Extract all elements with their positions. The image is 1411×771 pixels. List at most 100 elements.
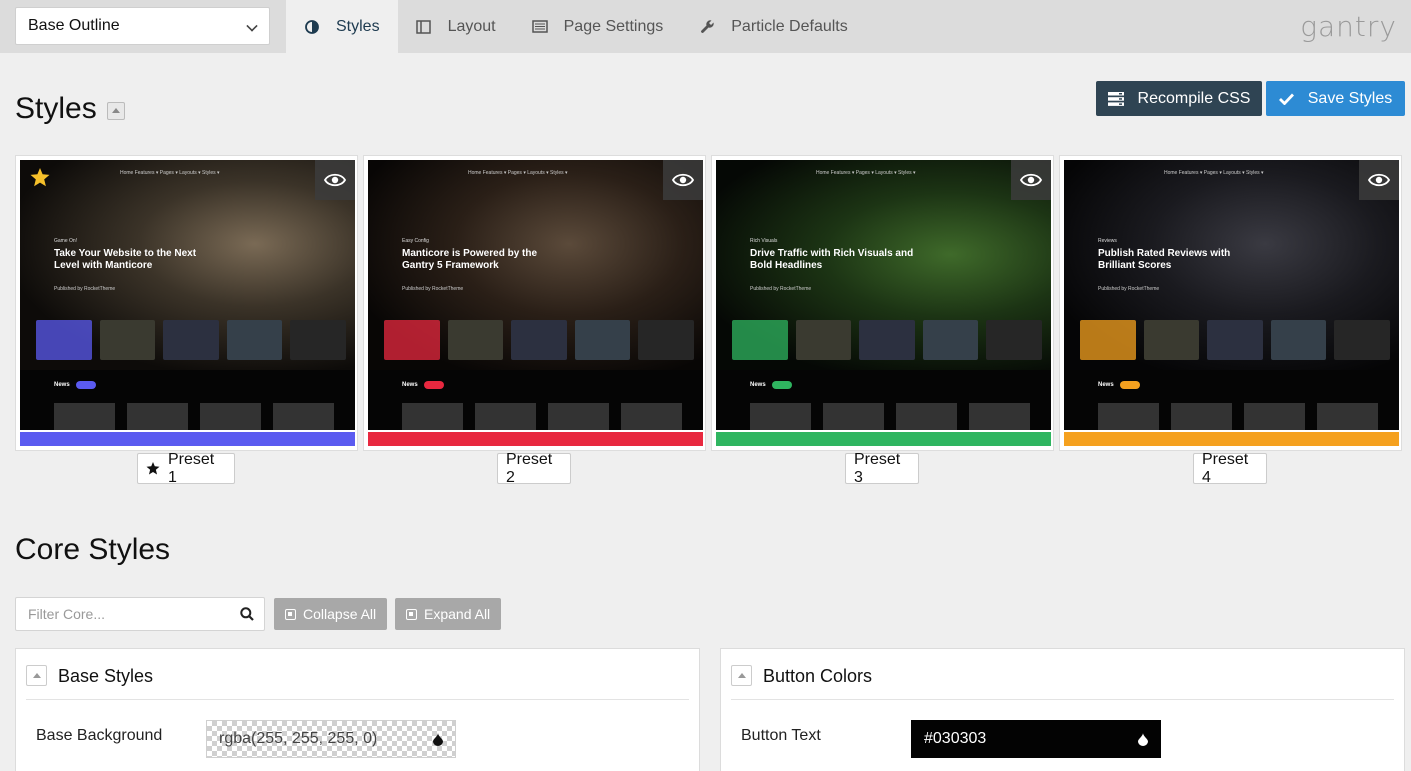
tab-page-settings[interactable]: Page Settings	[514, 0, 682, 53]
base-styles-title: Base Styles	[58, 666, 154, 686]
preset-accent-bar	[716, 432, 1051, 446]
preset-label-text: Preset 1	[168, 450, 215, 486]
preset-thumb-pill	[772, 381, 792, 389]
preset-thumb-strip	[750, 403, 1030, 430]
recompile-css-button[interactable]: Recompile CSS	[1096, 81, 1262, 116]
search-icon[interactable]	[240, 607, 254, 626]
preset-thumb-pill	[1120, 381, 1140, 389]
base-background-label: Base Background	[36, 727, 163, 744]
preset-thumbnail[interactable]: Home Features ▾ Pages ▾ Layouts ▾ Styles…	[716, 160, 1051, 430]
preset-label-text: Preset 3	[854, 450, 901, 486]
preset-thumb-news: News	[750, 382, 766, 388]
preset-thumb-pill	[76, 381, 96, 389]
preset-thumb-published: Published by RocketTheme	[54, 286, 116, 292]
button-text-label: Button Text	[741, 727, 821, 744]
divider	[731, 699, 1394, 700]
preset-thumb-news: News	[54, 382, 70, 388]
divider	[26, 699, 689, 700]
preset-thumbnail[interactable]: Home Features ▾ Pages ▾ Layouts ▾ Styles…	[368, 160, 703, 430]
tab-particle-defaults[interactable]: Particle Defaults	[681, 0, 866, 53]
button-colors-title: Button Colors	[763, 666, 873, 686]
top-toolbar: Base Outline Styles Layout Page Settings	[0, 0, 1411, 53]
tab-layout[interactable]: Layout	[398, 0, 514, 53]
button-text-input[interactable]: #030303	[911, 720, 1161, 758]
eye-icon[interactable]	[663, 160, 703, 200]
preset-thumb-strip	[402, 403, 682, 430]
button-text-value: #030303	[924, 730, 987, 747]
tab-bar: Styles Layout Page Settings Particle Def…	[286, 0, 866, 53]
tab-particle-defaults-label: Particle Defaults	[731, 17, 848, 35]
chevron-down-icon	[246, 20, 258, 32]
preset-thumb-nav: Home Features ▾ Pages ▾ Layouts ▾ Styles…	[816, 170, 916, 176]
base-background-value: rgba(255, 255, 255, 0)	[219, 730, 378, 747]
star-icon	[30, 168, 50, 192]
preset-card-1[interactable]: Home Features ▾ Pages ▾ Layouts ▾ Styles…	[15, 155, 358, 451]
styles-title: Styles	[15, 92, 97, 125]
preset-thumb-nav: Home Features ▾ Pages ▾ Layouts ▾ Styles…	[120, 170, 220, 176]
styles-collapse-toggle[interactable]	[107, 102, 125, 120]
contrast-icon	[304, 19, 320, 35]
preset-label-2[interactable]: Preset 2	[497, 451, 571, 486]
preset-thumb-kicker: Reviews	[1098, 238, 1117, 244]
base-styles-panel: Base Styles Base Background rgba(255, 25…	[15, 648, 700, 771]
preset-label-1[interactable]: Preset 1	[137, 450, 235, 486]
preset-thumb-strip	[54, 403, 334, 430]
color-picker-icon[interactable]	[433, 733, 443, 751]
preset-thumb-strip	[1098, 403, 1378, 430]
preset-card-2[interactable]: Home Features ▾ Pages ▾ Layouts ▾ Styles…	[363, 155, 706, 451]
expand-icon	[406, 608, 417, 620]
filter-core-field	[15, 597, 265, 631]
collapse-all-label: Collapse All	[303, 606, 377, 622]
save-styles-button[interactable]: Save Styles	[1266, 81, 1405, 116]
preset-thumb-published: Published by RocketTheme	[750, 286, 812, 292]
preset-label-3[interactable]: Preset 3	[845, 450, 919, 486]
preset-thumb-kicker: Rich Visuals	[750, 238, 778, 244]
tab-layout-label: Layout	[447, 17, 496, 35]
preset-card-3[interactable]: Home Features ▾ Pages ▾ Layouts ▾ Styles…	[711, 155, 1054, 451]
expand-all-label: Expand All	[424, 606, 491, 622]
eye-icon[interactable]	[315, 160, 355, 200]
core-styles-title: Core Styles	[15, 533, 171, 566]
preset-card-4[interactable]: Home Features ▾ Pages ▾ Layouts ▾ Styles…	[1059, 155, 1402, 451]
color-picker-icon[interactable]	[1138, 733, 1148, 751]
preset-thumb-published: Published by RocketTheme	[1098, 286, 1160, 292]
button-colors-panel: Button Colors Button Text #030303	[720, 648, 1405, 771]
eye-icon[interactable]	[1359, 160, 1399, 200]
collapse-icon	[285, 608, 296, 620]
preset-label-4[interactable]: Preset 4	[1193, 450, 1267, 486]
preset-accent-bar	[1064, 432, 1399, 446]
preset-accent-bar	[20, 432, 355, 446]
outline-select[interactable]: Base Outline	[15, 7, 270, 45]
tab-styles[interactable]: Styles	[286, 0, 398, 53]
server-icon	[1107, 91, 1124, 106]
preset-thumb-pill	[424, 381, 444, 389]
preset-thumb-nav: Home Features ▾ Pages ▾ Layouts ▾ Styles…	[1164, 170, 1264, 176]
outline-select-value: Base Outline	[28, 17, 120, 34]
preset-thumb-kicker: Easy Config	[402, 238, 429, 244]
collapse-all-button[interactable]: Collapse All	[274, 598, 388, 630]
preset-thumb-published: Published by RocketTheme	[402, 286, 464, 292]
preset-thumb-cards	[384, 320, 694, 360]
button-colors-collapse-toggle[interactable]	[731, 665, 752, 686]
preset-thumb-nav: Home Features ▾ Pages ▾ Layouts ▾ Styles…	[468, 170, 568, 176]
preset-thumb-cards	[1080, 320, 1390, 360]
preset-accent-bar	[368, 432, 703, 446]
save-styles-label: Save Styles	[1307, 89, 1393, 107]
preset-thumb-news: News	[1098, 382, 1114, 388]
layout-icon	[416, 19, 432, 35]
preset-thumbnail[interactable]: Home Features ▾ Pages ▾ Layouts ▾ Styles…	[20, 160, 355, 430]
base-styles-collapse-toggle[interactable]	[26, 665, 47, 686]
recompile-css-label: Recompile CSS	[1137, 89, 1251, 107]
preset-thumb-cards	[732, 320, 1042, 360]
base-background-input[interactable]: rgba(255, 255, 255, 0)	[206, 720, 456, 758]
page-settings-icon	[531, 19, 548, 35]
preset-thumb-cards	[36, 320, 346, 360]
gantry-logo: gantry	[1300, 10, 1397, 43]
preset-label-text: Preset 4	[1202, 450, 1249, 486]
preset-thumb-headline: Manticore is Powered by the Gantry 5 Fra…	[402, 248, 538, 271]
filter-core-input[interactable]	[16, 598, 226, 630]
eye-icon[interactable]	[1011, 160, 1051, 200]
preset-thumb-headline: Publish Rated Reviews with Brilliant Sco…	[1098, 248, 1231, 271]
preset-thumbnail[interactable]: Home Features ▾ Pages ▾ Layouts ▾ Styles…	[1064, 160, 1399, 430]
expand-all-button[interactable]: Expand All	[395, 598, 502, 630]
